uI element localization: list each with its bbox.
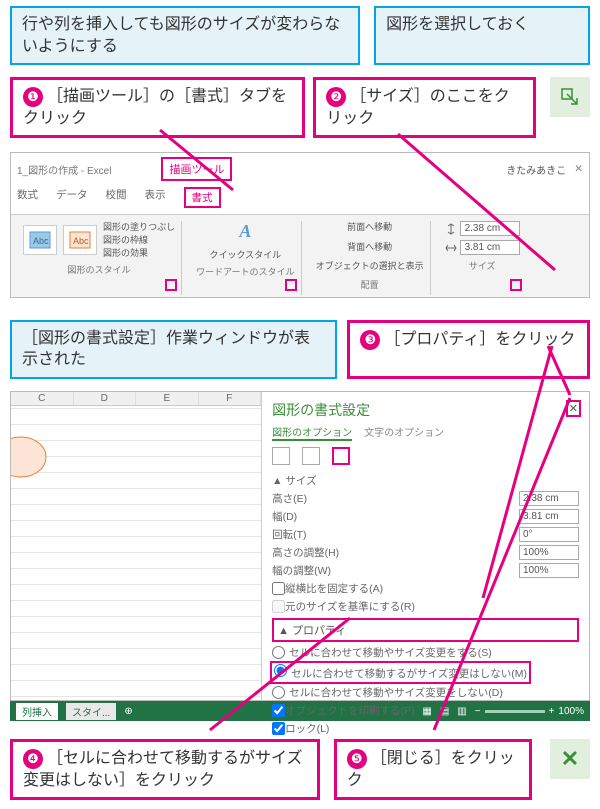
label-rel-original: 元のサイズを基準にする(R) <box>285 599 579 614</box>
window-title: 1_図形の作成 - Excel <box>17 162 111 177</box>
format-shape-pane: 図形の書式設定 ✕ 図形のオプション 文字のオプション ▲ サイズ 高さ(E)2… <box>262 392 589 700</box>
check-rel-original <box>272 600 285 613</box>
style-thumb-1[interactable]: Abc <box>23 225 57 255</box>
shape-width-input[interactable]: 3.81 cm <box>460 240 520 255</box>
label-print-object: オブジェクトを印刷する(P) <box>285 703 579 718</box>
tab-review[interactable]: 校閲 <box>106 187 127 208</box>
svg-text:Abc: Abc <box>33 236 49 246</box>
label-lock: ロック(L) <box>285 721 579 736</box>
sheet-tab-1[interactable]: 列挿入 <box>16 703 58 720</box>
label-move-size: セルに合わせて移動やサイズ変更をする(S) <box>289 645 579 660</box>
label-width: 幅(D) <box>272 509 519 524</box>
step3-text: ［プロパティ］をクリック <box>384 331 575 348</box>
input-hscale[interactable]: 100% <box>519 545 579 560</box>
callout-keep-shape-size: 行や列を挿入しても図形のサイズが変わらないようにする <box>10 6 360 65</box>
quick-style-btn[interactable]: クイックスタイル <box>209 248 281 261</box>
shape-height-input[interactable]: 2.38 cm <box>460 221 520 236</box>
close-x-icon: ✕ <box>550 739 590 779</box>
pane-title: 図形の書式設定 <box>272 400 579 420</box>
step2-text: ［サイズ］のここをクリック <box>326 88 510 127</box>
dialog-launcher-icon <box>550 77 590 117</box>
label-move-nosize: セルに合わせて移動するがサイズ変更はしない(M) <box>291 668 527 680</box>
shape-outline-btn[interactable]: 図形の枠線 <box>103 234 175 247</box>
label-wscale: 幅の調整(W) <box>272 563 519 578</box>
step3-callout: ❸［プロパティ］をクリック <box>347 320 590 379</box>
label-height: 高さ(E) <box>272 491 519 506</box>
input-rotate[interactable]: 0° <box>519 527 579 542</box>
wordart-launcher[interactable] <box>285 279 297 291</box>
pane-tab-text-options[interactable]: 文字のオプション <box>364 424 444 441</box>
label-hscale: 高さの調整(H) <box>272 545 519 560</box>
callout-select-shape: 図形を選択しておく <box>374 6 590 65</box>
radio-nomove-nosize[interactable] <box>272 686 285 699</box>
bring-forward-btn[interactable]: 前面へ移動 <box>347 221 392 235</box>
callout-pane-shown: ［図形の書式設定］作業ウィンドウが表示された <box>10 320 337 379</box>
tab-formula[interactable]: 数式 <box>17 187 38 208</box>
shape-effects-btn[interactable]: 図形の効果 <box>103 247 175 260</box>
step5-text: ［閉じる］をクリック <box>347 750 515 789</box>
col-F[interactable]: F <box>199 392 262 405</box>
pane-icon-fill[interactable] <box>272 447 290 465</box>
step4-text: ［セルに合わせて移動するがサイズ変更はしない］をクリック <box>23 750 303 789</box>
shape-on-sheet[interactable] <box>11 432 51 482</box>
section-size[interactable]: ▲ サイズ <box>272 473 579 488</box>
ribbon: 1_図形の作成 - Excel 描画ツール きたみあきこ ✕ 数式 データ 校閲… <box>10 152 590 298</box>
shape-fill-btn[interactable]: 図形の塗りつぶし <box>103 221 175 234</box>
user-name: きたみあきこ <box>506 162 566 177</box>
group-wordart: A クイックスタイル ワードアートのスタイル <box>190 221 301 295</box>
selection-pane-btn[interactable]: オブジェクトの選択と表示 <box>316 260 424 274</box>
send-backward-btn[interactable]: 背面へ移動 <box>347 241 392 255</box>
step5-badge: ❺ <box>347 749 367 769</box>
step4-badge: ❹ <box>23 749 43 769</box>
width-icon <box>445 242 457 254</box>
check-lock[interactable] <box>272 722 285 735</box>
step5-callout: ❺［閉じる］をクリック <box>334 739 532 800</box>
check-print-object[interactable] <box>272 704 285 717</box>
ribbon-tabs: 数式 データ 校閲 表示 書式 <box>11 185 589 214</box>
tab-view[interactable]: 表示 <box>145 187 166 208</box>
height-icon <box>445 223 457 235</box>
pane-tab-shape-options[interactable]: 図形のオプション <box>272 424 352 441</box>
step2-badge: ❷ <box>326 87 346 107</box>
add-sheet-icon[interactable]: ⊕ <box>124 706 132 717</box>
radio-move-nosize[interactable] <box>274 664 287 677</box>
worksheet[interactable]: C D E F <box>11 392 262 700</box>
input-height[interactable]: 2.38 cm <box>519 491 579 506</box>
step3-badge: ❸ <box>360 330 380 350</box>
col-D[interactable]: D <box>74 392 137 405</box>
label-lock-aspect: 縦横比を固定する(A) <box>285 581 579 596</box>
contextual-tab-drawing-tools[interactable]: 描画ツール <box>161 157 232 181</box>
step1-text: ［描画ツール］の［書式］タブをクリック <box>23 88 287 127</box>
input-wscale[interactable]: 100% <box>519 563 579 578</box>
close-icon[interactable]: ✕ <box>574 163 583 175</box>
style-thumb-2[interactable]: Abc <box>63 225 97 255</box>
col-E[interactable]: E <box>136 392 199 405</box>
style-launcher[interactable] <box>165 279 177 291</box>
input-width[interactable]: 3.81 cm <box>519 509 579 524</box>
label-rotate: 回転(T) <box>272 527 519 542</box>
check-lock-aspect[interactable] <box>272 582 285 595</box>
svg-text:Abc: Abc <box>73 236 89 246</box>
pane-icon-size-properties[interactable] <box>332 447 350 465</box>
tab-format[interactable]: 書式 <box>184 187 221 208</box>
step1-callout: ❶［描画ツール］の［書式］タブをクリック <box>10 77 305 138</box>
pane-close-button[interactable]: ✕ <box>566 400 581 417</box>
label-nomove-nosize: セルに合わせて移動やサイズ変更をしない(D) <box>289 685 579 700</box>
group-size: 2.38 cm 3.81 cm サイズ <box>439 221 526 295</box>
radio-move-size[interactable] <box>272 646 285 659</box>
section-properties[interactable]: ▲ プロパティ <box>272 618 579 642</box>
tab-data[interactable]: データ <box>56 187 88 208</box>
col-C[interactable]: C <box>11 392 74 405</box>
sheet-tab-2[interactable]: スタイ... <box>66 703 116 720</box>
group-shape-style: Abc Abc 図形の塗りつぶし 図形の枠線 図形の効果 図形のスタイル <box>17 221 182 295</box>
step2-callout: ❷［サイズ］のここをクリック <box>313 77 536 138</box>
group-arrange: 前面へ移動 背面へ移動 オブジェクトの選択と表示 配置 <box>310 221 431 295</box>
pane-icon-effects[interactable] <box>302 447 320 465</box>
step4-callout: ❹［セルに合わせて移動するがサイズ変更はしない］をクリック <box>10 739 320 800</box>
step1-badge: ❶ <box>23 87 43 107</box>
size-launcher[interactable] <box>510 279 522 291</box>
